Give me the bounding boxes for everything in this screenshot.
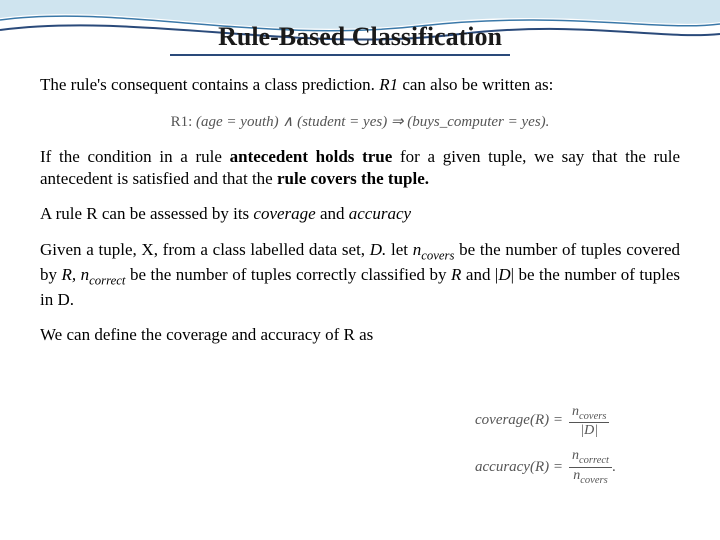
slide-title: Rule-Based Classification xyxy=(0,22,720,52)
p4-d: n xyxy=(413,240,422,259)
p3-d: accuracy xyxy=(349,204,411,223)
rule-formula: R1: (age = youth) ∧ (student = yes) ⇒ (b… xyxy=(171,113,550,132)
p3-c: and xyxy=(316,204,349,223)
coverage-equation: coverage(R) = ncovers |D| xyxy=(475,404,680,439)
eq2-tail: . xyxy=(612,459,616,476)
p3-a: A rule R can be assessed by its xyxy=(40,204,253,223)
eq2-fraction: ncorrect ncovers xyxy=(569,448,612,486)
p2-b: antecedent holds true xyxy=(230,147,393,166)
p4-e: covers xyxy=(421,249,454,263)
formula-body: (age = youth) ∧ (student = yes) ⇒ (buys_… xyxy=(196,114,549,130)
slide-content: The rule's consequent contains a class p… xyxy=(40,74,680,360)
p1-text-c: can also be written as: xyxy=(398,75,553,94)
formula-prefix: R1: xyxy=(171,114,196,130)
eq2-num: ncorrect xyxy=(569,448,612,466)
paragraph-2: If the condition in a rule antecedent ho… xyxy=(40,146,680,190)
rule-formula-row: R1: (age = youth) ∧ (student = yes) ⇒ (b… xyxy=(40,110,680,132)
eq1-lhs: coverage(R) = xyxy=(475,412,563,429)
eq2-den: ncovers xyxy=(570,468,610,486)
p1-text-a: The rule's consequent contains a class p… xyxy=(40,75,379,94)
p4-h: correct xyxy=(89,273,125,287)
p1-r1: R1 xyxy=(379,75,398,94)
p4-a: Given a tuple, X, from a class labelled … xyxy=(40,240,370,259)
equations-block: coverage(R) = ncovers |D| accuracy(R) = … xyxy=(475,404,680,496)
accuracy-equation: accuracy(R) = ncorrect ncovers . xyxy=(475,448,680,486)
p4-l: D xyxy=(498,265,510,284)
eq1-num: ncovers xyxy=(569,404,609,422)
p2-a: If the condition in a rule xyxy=(40,147,230,166)
paragraph-5: We can define the coverage and accuracy … xyxy=(40,324,680,346)
p4-b: D. xyxy=(370,240,387,259)
title-underline xyxy=(170,54,510,56)
eq1-fraction: ncovers |D| xyxy=(569,404,609,439)
p5-text: We can define the coverage and accuracy … xyxy=(40,325,373,344)
p4-k: and | xyxy=(461,265,498,284)
eq2-lhs: accuracy(R) = xyxy=(475,459,563,476)
p4-i: be the number of tuples correctly classi… xyxy=(125,265,451,284)
p4-c: let xyxy=(386,240,412,259)
paragraph-3: A rule R can be assessed by its coverage… xyxy=(40,203,680,225)
p2-d: rule covers the tuple. xyxy=(277,169,429,188)
p4-g: R, n xyxy=(62,265,90,284)
eq1-den: |D| xyxy=(577,423,601,438)
p4-j: R xyxy=(451,265,461,284)
p3-b: coverage xyxy=(253,204,315,223)
paragraph-4: Given a tuple, X, from a class labelled … xyxy=(40,239,680,310)
paragraph-1: The rule's consequent contains a class p… xyxy=(40,74,680,96)
